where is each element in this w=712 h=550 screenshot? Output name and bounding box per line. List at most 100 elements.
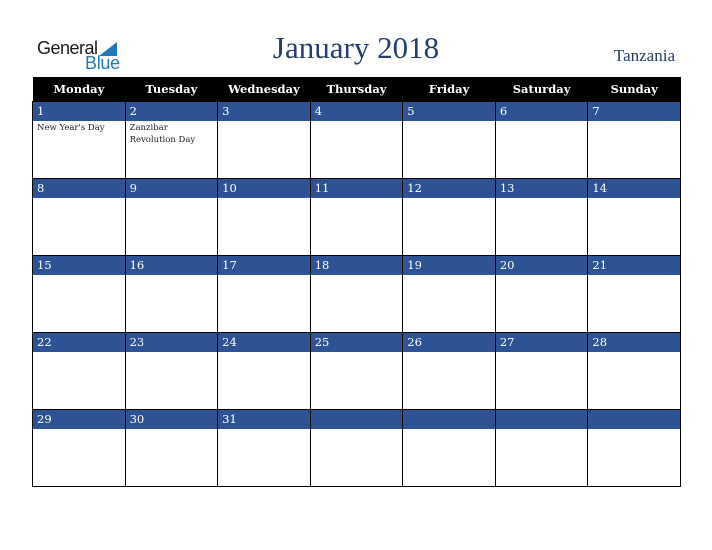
day-number: 10 — [218, 179, 310, 198]
day-cell[interactable]: 1 New Year's Day — [32, 101, 126, 179]
holiday-label — [403, 429, 495, 430]
day-number: 23 — [125, 333, 218, 352]
day-cell[interactable]: 7 — [587, 101, 681, 179]
day-number: 24 — [218, 333, 310, 352]
holiday-label — [311, 198, 403, 199]
day-cell[interactable] — [309, 409, 404, 487]
holiday-label — [588, 121, 680, 122]
day-number: 25 — [310, 333, 403, 352]
day-cell[interactable]: 14 — [587, 178, 681, 256]
day-cell[interactable]: 6 — [494, 101, 589, 179]
week-row: 8 9 10 11 12 13 14 — [32, 178, 681, 256]
day-cell[interactable] — [402, 409, 496, 487]
day-cell[interactable]: 21 — [587, 255, 681, 333]
day-number: 18 — [310, 256, 403, 275]
holiday-label: Zanzibar Revolution Day — [129, 123, 196, 145]
day-number: 28 — [588, 333, 680, 352]
holiday-label: New Year's Day — [37, 123, 105, 133]
day-number — [310, 410, 403, 429]
day-number: 15 — [33, 256, 125, 275]
weekday-header: Sunday — [587, 77, 681, 102]
day-number: 21 — [588, 256, 680, 275]
weekday-header: Monday — [32, 77, 126, 102]
weekday-header: Thursday — [310, 77, 403, 102]
day-cell[interactable]: 15 — [32, 255, 126, 333]
holiday-label — [588, 352, 680, 353]
day-cell[interactable]: 28 — [587, 332, 681, 410]
holiday-label — [311, 352, 403, 353]
day-number: 11 — [310, 179, 403, 198]
holiday-label — [496, 275, 588, 276]
day-number: 31 — [218, 410, 310, 429]
day-number: 8 — [33, 179, 125, 198]
holiday-label — [403, 352, 495, 353]
holiday-label — [403, 275, 495, 276]
day-number — [495, 410, 588, 429]
holiday-label — [403, 121, 495, 122]
holiday-label — [311, 121, 403, 122]
holiday-label — [33, 352, 125, 353]
day-cell[interactable] — [494, 409, 589, 487]
day-cell[interactable]: 16 — [124, 255, 219, 333]
day-cell[interactable]: 31 — [217, 409, 311, 487]
holiday-label — [496, 352, 588, 353]
day-cell[interactable]: 25 — [309, 332, 404, 410]
weekday-header-row: Monday Tuesday Wednesday Thursday Friday… — [32, 77, 681, 102]
day-cell[interactable]: 5 — [402, 101, 496, 179]
day-number: 19 — [403, 256, 495, 275]
holiday-label — [33, 275, 125, 276]
day-number: 4 — [310, 102, 403, 121]
country-label: Tanzania — [613, 46, 675, 65]
day-number: 26 — [403, 333, 495, 352]
day-cell[interactable]: 4 — [309, 101, 404, 179]
holiday-label — [218, 429, 310, 430]
day-cell[interactable]: 8 — [32, 178, 126, 256]
holiday-label — [218, 275, 310, 276]
week-row: 22 23 24 25 26 27 28 — [32, 332, 681, 410]
day-number: 13 — [495, 179, 588, 198]
day-cell[interactable]: 9 — [124, 178, 219, 256]
day-cell[interactable]: 27 — [494, 332, 589, 410]
day-number: 17 — [218, 256, 310, 275]
day-cell[interactable]: 23 — [124, 332, 219, 410]
day-cell[interactable]: 30 — [124, 409, 219, 487]
holiday-label — [33, 198, 125, 199]
day-cell[interactable]: 11 — [309, 178, 404, 256]
week-row: 15 16 17 18 19 20 21 — [32, 255, 681, 333]
day-cell[interactable]: 18 — [309, 255, 404, 333]
holiday-label — [126, 198, 218, 199]
holiday-label — [218, 352, 310, 353]
day-number: 7 — [588, 102, 680, 121]
day-cell[interactable]: 22 — [32, 332, 126, 410]
holiday-label — [126, 429, 218, 430]
holiday-label — [496, 198, 588, 199]
day-cell[interactable]: 29 — [32, 409, 126, 487]
day-cell[interactable]: 13 — [494, 178, 589, 256]
day-number: 29 — [33, 410, 125, 429]
day-cell[interactable]: 26 — [402, 332, 496, 410]
day-number: 9 — [125, 179, 218, 198]
day-number: 30 — [125, 410, 218, 429]
day-number: 6 — [495, 102, 588, 121]
day-cell[interactable]: 12 — [402, 178, 496, 256]
holiday-label — [218, 121, 310, 122]
weekday-header: Friday — [402, 77, 496, 102]
day-cell[interactable]: 20 — [494, 255, 589, 333]
day-cell[interactable]: 24 — [217, 332, 311, 410]
day-number: 27 — [495, 333, 588, 352]
day-cell[interactable]: 17 — [217, 255, 311, 333]
day-cell[interactable]: 3 — [217, 101, 311, 179]
day-number: 22 — [33, 333, 125, 352]
day-cell[interactable] — [587, 409, 681, 487]
week-row: 1 New Year's Day 2 Zanzibar Revolution Day 3… — [32, 101, 681, 179]
holiday-label — [588, 429, 680, 430]
day-cell[interactable]: 10 — [217, 178, 311, 256]
day-cell[interactable]: 19 — [402, 255, 496, 333]
day-cell[interactable]: 2 Zanzibar Revolution Day — [124, 101, 219, 179]
weekday-header: Wednesday — [217, 77, 311, 102]
holiday-label — [33, 429, 125, 430]
holiday-label — [496, 121, 588, 122]
holiday-label — [588, 275, 680, 276]
holiday-label — [126, 352, 218, 353]
holiday-label — [311, 275, 403, 276]
